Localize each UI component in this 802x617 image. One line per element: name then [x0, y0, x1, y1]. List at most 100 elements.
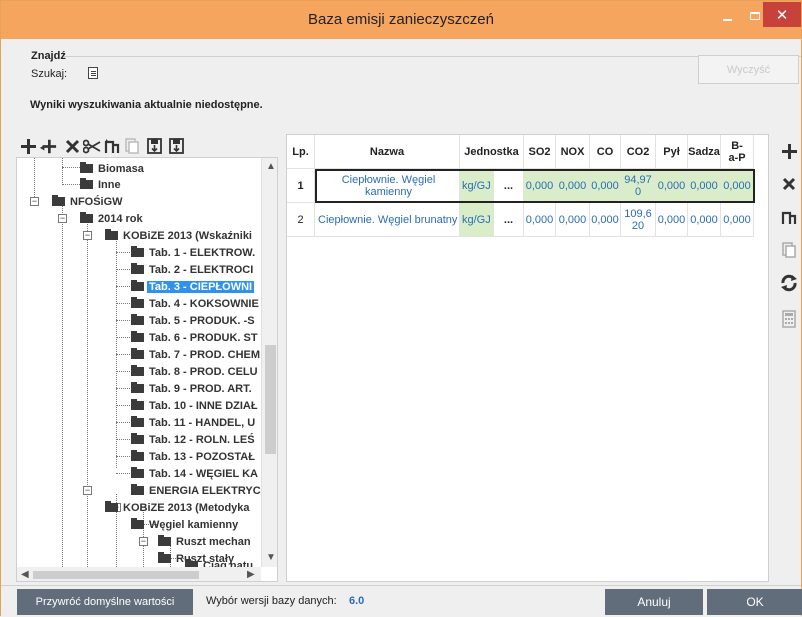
- copy-icon[interactable]: [777, 238, 801, 262]
- collapse-kobize-met[interactable]: −: [83, 486, 92, 495]
- tree-horizontal-scroll-thumb[interactable]: [33, 571, 199, 579]
- cell-co[interactable]: 0,000: [590, 203, 621, 237]
- category-tree[interactable]: − − − − − − Biomasa Inne NFOŚiGW 2014 ro…: [16, 157, 278, 582]
- cell-pyl[interactable]: 0,000: [656, 203, 688, 237]
- tree-item[interactable]: Ruszt mechan: [158, 533, 251, 550]
- copy-icon[interactable]: [123, 136, 141, 156]
- column-header-co[interactable]: CO: [590, 135, 621, 169]
- minimize-button[interactable]: [714, 3, 740, 29]
- tree-item[interactable]: 2014 rok: [80, 210, 143, 227]
- refresh-icon[interactable]: [777, 271, 801, 295]
- tree-vertical-scrollbar[interactable]: ▲ ▼: [261, 158, 277, 567]
- scroll-down-icon[interactable]: ▼: [266, 552, 276, 563]
- search-icon[interactable]: [88, 67, 98, 79]
- plus-icon[interactable]: [777, 139, 801, 163]
- close-button[interactable]: ✕: [763, 2, 801, 27]
- tree-item[interactable]: Tab. 11 - HANDEL, U: [131, 414, 255, 431]
- cell-co2[interactable]: 94,970: [621, 169, 656, 203]
- cell-bap[interactable]: 0,000: [721, 203, 754, 237]
- tree-item[interactable]: Tab. 2 - ELEKTROCI: [131, 261, 253, 278]
- unit-ellipsis-button[interactable]: ...: [494, 203, 524, 237]
- unit-ellipsis-button[interactable]: ...: [494, 169, 524, 203]
- tree-item[interactable]: Tab. 9 - PROD. ART.: [131, 380, 252, 397]
- collapse-2014[interactable]: −: [58, 214, 67, 223]
- save-icon[interactable]: [145, 136, 163, 156]
- tree-item[interactable]: Tab. 10 - INNE DZIAŁ: [131, 397, 258, 414]
- cell-sadza[interactable]: 0,000: [688, 169, 721, 203]
- tree-item[interactable]: Węgiel kamienny: [131, 516, 238, 533]
- emissions-table[interactable]: Lp. Nazwa Jednostka SO2 NOX CO CO2 Pył S…: [286, 134, 769, 582]
- column-header-nazwa[interactable]: Nazwa: [315, 135, 460, 169]
- cell-so2[interactable]: 0,000: [524, 203, 556, 237]
- cell-sadza[interactable]: 0,000: [688, 203, 721, 237]
- tree-item[interactable]: Tab. 13 - POZOSTAŁ: [131, 448, 255, 465]
- column-header-so2[interactable]: SO2: [524, 135, 556, 169]
- ok-button[interactable]: OK: [707, 589, 802, 615]
- folder-icon: [131, 399, 144, 410]
- tree-item[interactable]: Biomasa: [80, 160, 144, 177]
- folder-icon: [131, 416, 144, 427]
- tree-line: [116, 320, 130, 321]
- tree-horizontal-scrollbar[interactable]: ◀ ▶: [17, 567, 261, 581]
- collapse-kobize-wsk[interactable]: −: [83, 231, 92, 240]
- cell-lp[interactable]: 1: [287, 169, 315, 203]
- cell-co[interactable]: 0,000: [590, 169, 621, 203]
- tree-item[interactable]: Tab. 12 - ROLN. LEŚ: [131, 431, 255, 448]
- column-header-nox[interactable]: NOX: [556, 135, 590, 169]
- move-icon[interactable]: [777, 205, 801, 229]
- cell-nazwa[interactable]: Ciepłownie. Węgiel brunatny: [315, 203, 460, 237]
- tree-item[interactable]: Inne: [80, 176, 121, 193]
- tree-item[interactable]: NFOŚiGW: [52, 193, 123, 210]
- cell-so2[interactable]: 0,000: [524, 169, 556, 203]
- scroll-up-icon[interactable]: ▲: [266, 161, 276, 172]
- column-header-pyl[interactable]: Pył: [656, 135, 688, 169]
- cell-nox[interactable]: 0,000: [556, 169, 590, 203]
- tree-item-selected[interactable]: Tab. 3 - CIEPŁOWNI: [131, 278, 255, 295]
- calculator-icon[interactable]: [777, 307, 801, 331]
- collapse-ruszt-staly[interactable]: −: [139, 537, 148, 546]
- cell-bap[interactable]: 0,000: [721, 169, 754, 203]
- tree-item[interactable]: Tab. 1 - ELEKTROW.: [131, 244, 255, 261]
- column-header-jednostka[interactable]: Jednostka: [460, 135, 524, 169]
- tree-item-label: Tab. 9 - PROD. ART.: [149, 382, 252, 395]
- cell-lp[interactable]: 2: [287, 203, 315, 237]
- tree-item[interactable]: Tab. 7 - PROD. CHEM: [131, 346, 260, 363]
- save-as-icon[interactable]: [167, 136, 185, 156]
- tree-line: [116, 473, 130, 474]
- cell-nazwa[interactable]: Ciepłownie. Węgiel kamienny: [315, 169, 460, 203]
- cell-co2[interactable]: 109,620: [621, 203, 656, 237]
- database-version-value[interactable]: 6.0: [349, 595, 364, 607]
- scroll-right-icon[interactable]: ▶: [247, 569, 255, 580]
- tree-item[interactable]: Tab. 6 - PRODUK. ST: [131, 329, 258, 346]
- tree-item[interactable]: ENERGIA ELEKTRYC: [131, 482, 261, 499]
- cut-icon[interactable]: [83, 136, 101, 156]
- plus-icon[interactable]: [19, 136, 37, 156]
- clear-search-button[interactable]: Wyczyść: [698, 55, 799, 84]
- delete-icon[interactable]: [63, 136, 81, 156]
- cell-pyl[interactable]: 0,000: [656, 169, 688, 203]
- tree-item[interactable]: Tab. 4 - KOKSOWNIE: [131, 295, 259, 312]
- tree-item[interactable]: KOBiZE 2013 (Metodyka: [105, 499, 250, 516]
- scroll-left-icon[interactable]: ◀: [21, 569, 29, 580]
- cell-jednostka[interactable]: kg/GJ: [460, 169, 494, 203]
- collapse-nfosigw[interactable]: −: [30, 197, 39, 206]
- column-header-co2[interactable]: CO2: [621, 135, 656, 169]
- tree-line: [116, 456, 130, 457]
- cell-nox[interactable]: 0,000: [556, 203, 590, 237]
- column-header-lp[interactable]: Lp.: [287, 135, 315, 169]
- column-header-bap[interactable]: B-a-P: [721, 135, 754, 169]
- add-child-icon[interactable]: [39, 136, 57, 156]
- cell-jednostka[interactable]: kg/GJ: [460, 203, 494, 237]
- tree-item[interactable]: KOBiZE 2013 (Wskaźniki: [105, 227, 252, 244]
- cancel-button[interactable]: Anuluj: [605, 589, 703, 615]
- tree-item[interactable]: Tab. 5 - PRODUK. -S: [131, 312, 255, 329]
- tree-vertical-scroll-thumb[interactable]: [265, 345, 276, 454]
- move-icon[interactable]: [103, 136, 121, 156]
- delete-icon[interactable]: [777, 172, 801, 196]
- tree-item[interactable]: Tab. 8 - PROD. CELU: [131, 363, 258, 380]
- folder-icon: [131, 467, 144, 478]
- tree-item-label: ENERGIA ELEKTRYC: [149, 484, 261, 497]
- column-header-sadza[interactable]: Sadza: [688, 135, 721, 169]
- restore-defaults-button[interactable]: Przywróć domyślne wartości: [17, 589, 193, 615]
- tree-item[interactable]: Tab. 14 - WĘGIEL KA: [131, 465, 258, 482]
